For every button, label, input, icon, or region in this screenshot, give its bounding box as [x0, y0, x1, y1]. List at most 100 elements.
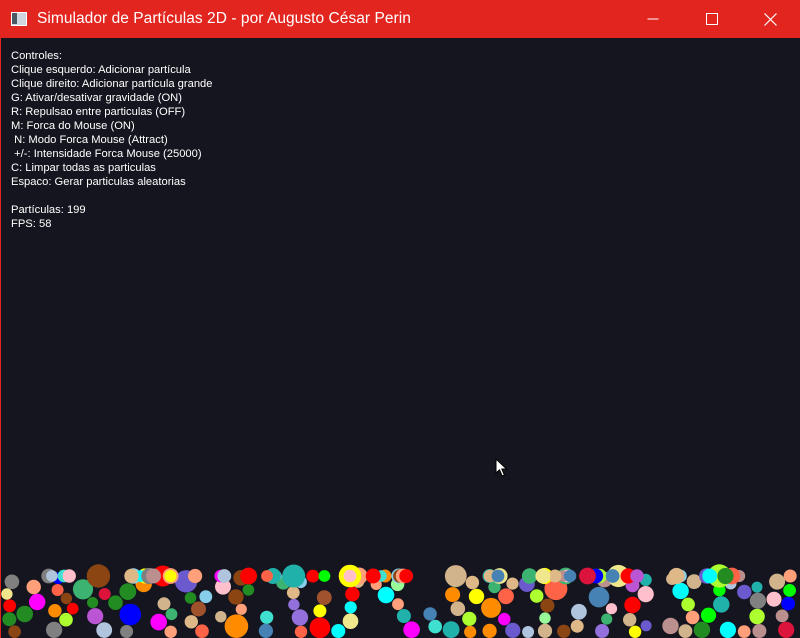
control-line: +/-: Intensidade Forca Mouse (25000) [11, 148, 202, 160]
controls-overlay: Controles: Clique esquerdo: Adicionar pa… [11, 49, 213, 231]
particle [498, 612, 511, 626]
particle [377, 586, 395, 604]
particle [29, 593, 46, 611]
particle [228, 589, 244, 605]
particle [119, 603, 142, 626]
particle [309, 617, 331, 638]
particle [165, 608, 178, 621]
particle [16, 605, 33, 623]
particle [571, 603, 587, 620]
control-line: G: Ativar/desativar gravidade (ON) [11, 92, 182, 104]
particle [482, 623, 497, 638]
particle [595, 624, 610, 638]
particle [505, 622, 521, 638]
particle [579, 567, 596, 585]
particle [719, 621, 736, 638]
particle [588, 586, 610, 608]
particle [737, 584, 752, 600]
particle [215, 611, 227, 623]
particle [717, 567, 734, 585]
particle [26, 579, 41, 595]
particle [570, 619, 584, 633]
particle [462, 611, 477, 626]
particle [428, 619, 443, 634]
particle [775, 609, 789, 623]
particle [563, 569, 577, 583]
maximize-icon [705, 13, 718, 25]
particle [184, 615, 198, 629]
control-line: N: Modo Forca Mouse (Attract) [11, 134, 168, 146]
particle [521, 568, 538, 584]
particle [678, 624, 693, 638]
particle [506, 577, 519, 590]
particle [749, 592, 767, 609]
particle [685, 610, 700, 625]
particle [548, 569, 562, 583]
particle [224, 614, 249, 638]
particle [539, 612, 551, 624]
particle [282, 564, 306, 588]
particle [291, 609, 309, 626]
particle [365, 568, 381, 584]
particle [124, 568, 139, 584]
particle [260, 610, 274, 624]
particle [48, 604, 62, 618]
particle [668, 567, 685, 585]
maximize-button[interactable] [682, 0, 741, 38]
particle [261, 570, 273, 582]
particle [98, 588, 111, 600]
particle [392, 598, 404, 611]
title-bar[interactable]: Simulador de Partículas 2D - por Augusto… [0, 0, 800, 38]
particle [522, 626, 535, 638]
particle [294, 625, 308, 638]
particle [286, 586, 300, 599]
particle [331, 624, 346, 638]
particle [630, 569, 644, 583]
particle [240, 567, 257, 585]
control-line: R: Repulsao entre particulas (OFF) [11, 106, 186, 118]
particle [529, 589, 544, 603]
control-line: M: Forca do Mouse (ON) [11, 120, 135, 132]
particle [313, 604, 327, 618]
particle [59, 612, 73, 627]
particle [318, 570, 331, 582]
close-button[interactable] [741, 0, 800, 38]
particle [3, 599, 17, 613]
particle [258, 623, 273, 638]
particle [465, 575, 480, 590]
control-line: Clique esquerdo: Adicionar partícula [11, 64, 191, 76]
particle [700, 607, 717, 623]
particle [769, 573, 786, 590]
particle [164, 625, 177, 638]
particle [624, 596, 641, 614]
particle [783, 569, 797, 583]
particle [306, 569, 320, 583]
particle [778, 621, 795, 638]
particle [242, 584, 255, 596]
particle [605, 603, 618, 615]
particle [4, 574, 20, 590]
particle [87, 608, 104, 625]
particle [51, 584, 64, 596]
particle [217, 569, 232, 583]
particle [537, 623, 553, 638]
particle-count: Partículas: 199 [11, 204, 86, 216]
particle [120, 625, 134, 638]
particle [344, 601, 357, 614]
particle [188, 568, 203, 584]
particle [342, 613, 359, 629]
particle [87, 597, 99, 609]
app-window: Simulador de Partículas 2D - por Augusto… [0, 0, 800, 638]
particle [713, 596, 730, 613]
particle [235, 603, 247, 615]
fps-counter: FPS: 58 [11, 218, 52, 230]
particle [605, 569, 620, 583]
controls-heading: Controles: [11, 50, 62, 62]
minimize-button[interactable] [623, 0, 682, 38]
window-controls [623, 0, 800, 38]
minimize-icon [647, 18, 658, 20]
particle [540, 598, 555, 613]
particle [444, 565, 467, 587]
mouse-cursor-icon [495, 458, 508, 477]
particle [399, 569, 414, 583]
